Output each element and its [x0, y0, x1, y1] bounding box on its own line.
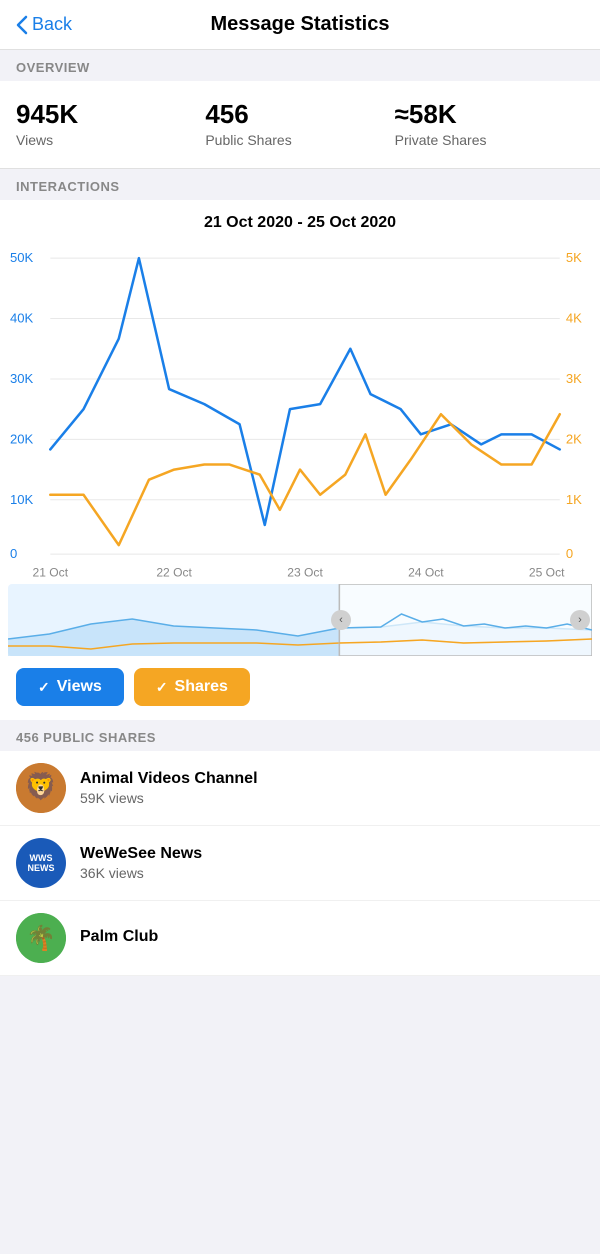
- channel-views: 59K views: [80, 790, 258, 806]
- public-shares-label: Public Shares: [205, 132, 394, 148]
- views-check-icon: ✓: [38, 679, 50, 696]
- svg-text:25 Oct: 25 Oct: [529, 565, 565, 579]
- svg-text:5K: 5K: [566, 250, 582, 265]
- views-stat: 945K Views: [16, 99, 205, 148]
- avatar: WWSNEWS: [16, 838, 66, 888]
- views-toggle-button[interactable]: ✓ Views: [16, 668, 124, 706]
- svg-text:0: 0: [566, 546, 573, 561]
- shares-toggle-label: Shares: [175, 678, 228, 696]
- svg-text:🦁: 🦁: [25, 771, 57, 801]
- svg-text:🌴: 🌴: [26, 924, 56, 952]
- private-shares-label: Private Shares: [395, 132, 584, 148]
- header: Back Message Statistics: [0, 0, 600, 50]
- list-item[interactable]: 🌴 Palm Club: [0, 901, 600, 976]
- svg-text:4K: 4K: [566, 311, 582, 326]
- toggle-row: ✓ Views ✓ Shares: [0, 656, 600, 720]
- svg-text:21 Oct: 21 Oct: [32, 565, 68, 579]
- public-shares-section-header: 456 PUBLIC SHARES: [0, 720, 600, 751]
- list-item[interactable]: WWSNEWS WeWeSee News 36K views: [0, 826, 600, 901]
- chevron-left-icon: [16, 15, 28, 35]
- svg-text:40K: 40K: [10, 311, 34, 326]
- page-title: Message Statistics: [211, 13, 390, 36]
- svg-text:0: 0: [10, 546, 17, 561]
- shares-list: 🦁 Animal Videos Channel 59K views WWSNEW…: [0, 751, 600, 976]
- back-button[interactable]: Back: [16, 14, 72, 35]
- views-value: 945K: [16, 99, 205, 130]
- channel-views: 36K views: [80, 865, 202, 881]
- channel-name: Palm Club: [80, 928, 158, 946]
- svg-text:22 Oct: 22 Oct: [156, 565, 192, 579]
- avatar: 🦁: [16, 763, 66, 813]
- channel-name: Animal Videos Channel: [80, 770, 258, 788]
- avatar: 🌴: [16, 913, 66, 963]
- main-chart-area: 50K 40K 30K 20K 10K 0 5K 4K 3K 2K 1K 0: [0, 238, 600, 580]
- svg-text:3K: 3K: [566, 371, 582, 386]
- list-item[interactable]: 🦁 Animal Videos Channel 59K views: [0, 751, 600, 826]
- channel-info: WeWeSee News 36K views: [80, 845, 202, 881]
- chart-navigator[interactable]: ‹ ›: [8, 584, 592, 656]
- views-label: Views: [16, 132, 205, 148]
- channel-name: WeWeSee News: [80, 845, 202, 863]
- chart-date-range: 21 Oct 2020 - 25 Oct 2020: [0, 200, 600, 238]
- svg-text:10K: 10K: [10, 492, 34, 507]
- overview-card: 945K Views 456 Public Shares ≈58K Privat…: [0, 81, 600, 169]
- navigator-right-arrow[interactable]: ›: [570, 610, 590, 630]
- back-label: Back: [32, 14, 72, 35]
- main-chart-svg: 50K 40K 30K 20K 10K 0 5K 4K 3K 2K 1K 0: [8, 238, 592, 580]
- navigator-svg: [8, 584, 592, 656]
- svg-text:50K: 50K: [10, 250, 34, 265]
- avatar-image: 🦁: [16, 763, 66, 813]
- svg-text:20K: 20K: [10, 431, 34, 446]
- svg-text:2K: 2K: [566, 431, 582, 446]
- svg-text:30K: 30K: [10, 371, 34, 386]
- overview-section-header: OVERVIEW: [0, 50, 600, 81]
- views-toggle-label: Views: [57, 678, 102, 696]
- shares-toggle-button[interactable]: ✓ Shares: [134, 668, 250, 706]
- public-shares-stat: 456 Public Shares: [205, 99, 394, 148]
- interactions-section-header: INTERACTIONS: [0, 169, 600, 200]
- private-shares-stat: ≈58K Private Shares: [395, 99, 584, 148]
- private-shares-value: ≈58K: [395, 99, 584, 130]
- avatar-text: WWSNEWS: [28, 853, 55, 875]
- svg-text:23 Oct: 23 Oct: [287, 565, 323, 579]
- svg-text:1K: 1K: [566, 492, 582, 507]
- public-shares-value: 456: [205, 99, 394, 130]
- navigator-left-arrow[interactable]: ‹: [331, 610, 351, 630]
- shares-check-icon: ✓: [156, 679, 168, 696]
- interactions-card: 21 Oct 2020 - 25 Oct 2020 50K 40K 30K 20…: [0, 200, 600, 720]
- channel-info: Palm Club: [80, 928, 158, 948]
- avatar-image: 🌴: [16, 913, 66, 963]
- channel-info: Animal Videos Channel 59K views: [80, 770, 258, 806]
- svg-text:24 Oct: 24 Oct: [408, 565, 444, 579]
